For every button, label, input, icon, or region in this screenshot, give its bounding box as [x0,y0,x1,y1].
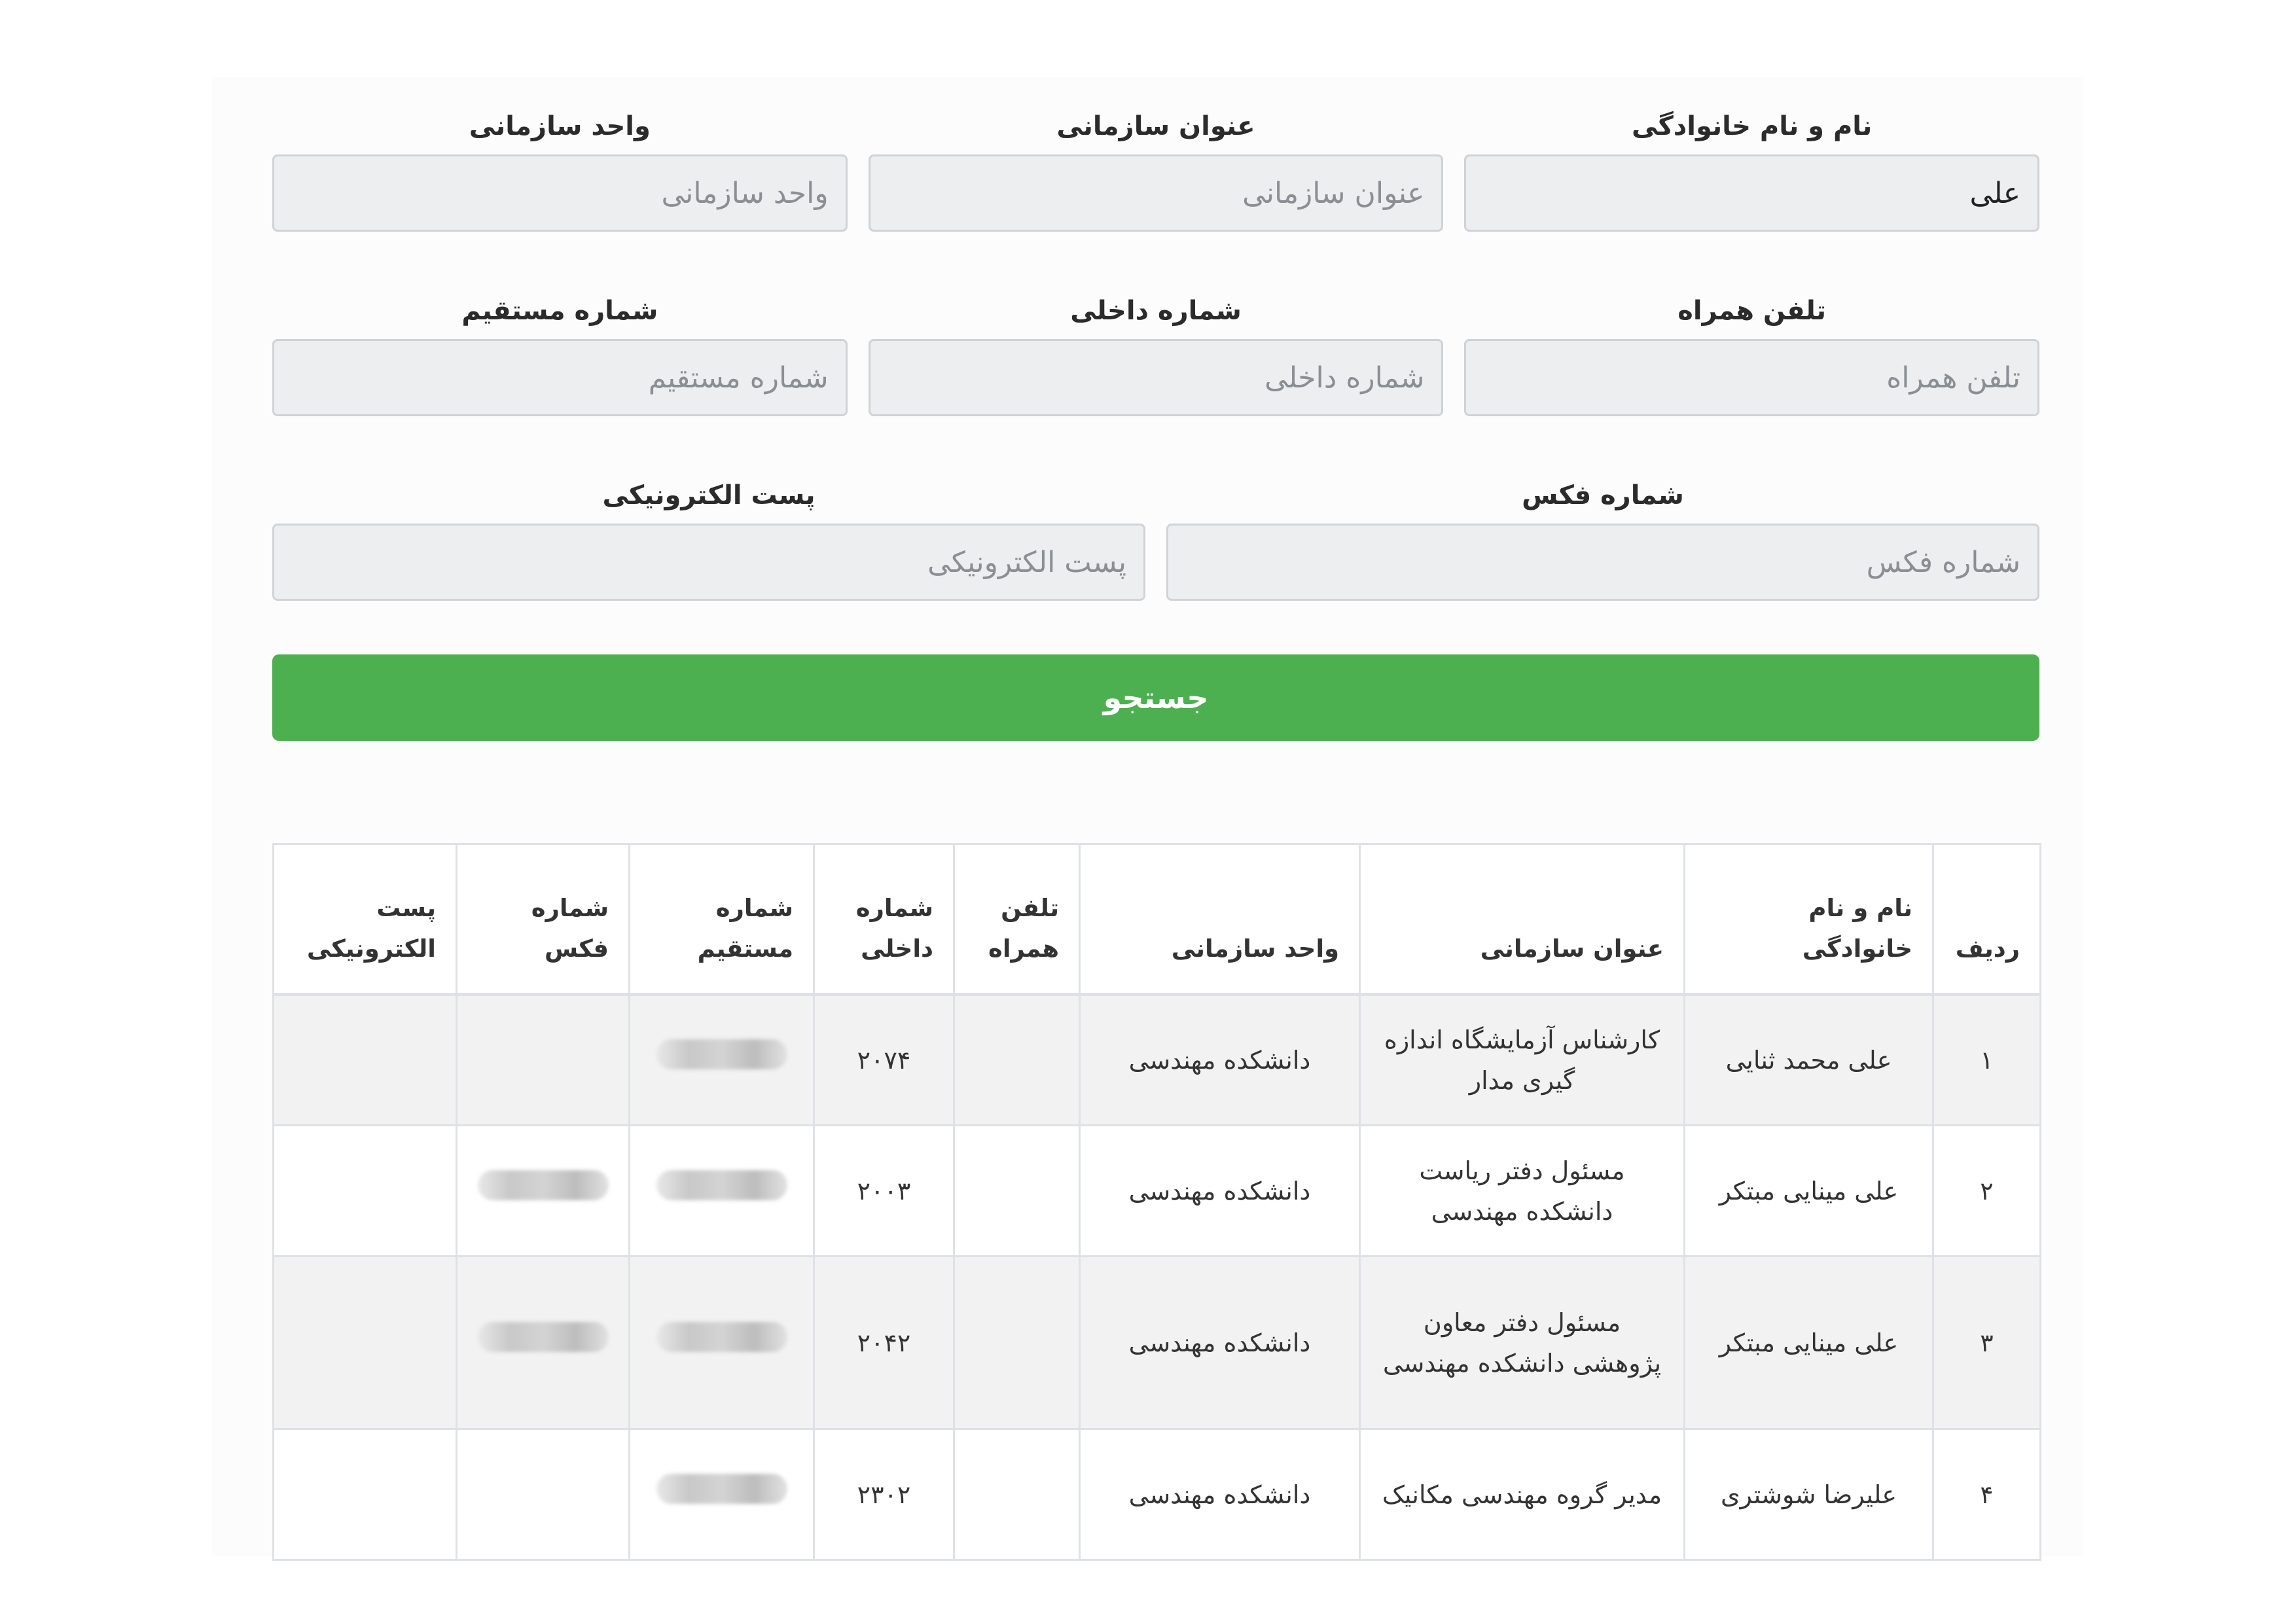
table-row: ۱ علی محمد ثنایی کارشناس آزمایشگاه انداز… [272,993,2041,1126]
full-name-field: نام و نام خانوادگی [1464,77,2039,232]
table-header-row: ردیف نام و نام خانوادگی عنوان سازمانی وا… [272,843,2041,996]
email-field: پست الکترونیکی [272,446,1145,601]
title-cell: کارشناس آزمایشگاه اندازه گیری مدار [1359,993,1685,1126]
email-cell [272,1124,457,1257]
internal-cell: ۲۰۰۳ [813,1124,955,1257]
column-header: نام و نام خانوادگی [1683,843,1934,996]
unit-cell: دانشکده مهندسی [1079,1255,1361,1430]
email-cell [272,1428,457,1561]
internal-cell: ۲۰۴۲ [813,1255,955,1430]
column-header: واحد سازمانی [1079,843,1361,996]
column-header: شماره فکس [456,843,630,996]
org-title-input[interactable] [868,154,1444,232]
name-cell: علی مینایی مبتکر [1683,1124,1934,1257]
redacted-value [656,1321,787,1352]
fax-cell [456,1255,630,1430]
redacted-value [656,1169,787,1200]
search-button[interactable]: جستجو [272,654,2039,741]
internal-cell: ۲۰۷۴ [813,993,955,1126]
column-header: ردیف [1932,843,2041,996]
full-name-label: نام و نام خانوادگی [1632,111,1873,141]
org-title-label: عنوان سازمانی [1056,111,1255,141]
form-row-1: نام و نام خانوادگی عنوان سازمانی واحد سا… [272,77,2039,232]
page-background: نام و نام خانوادگی عنوان سازمانی واحد سا… [212,77,2083,1561]
row-index-cell: ۲ [1932,1124,2041,1257]
direct-cell [628,1255,815,1430]
column-header: پست الکترونیکی [272,843,457,996]
fax-cell [456,993,630,1126]
table-row: ۴ علیرضا شوشتری مدیر گروه مهندسی مکانیک … [272,1428,2041,1561]
internal-number-input[interactable] [868,339,1444,416]
email-input[interactable] [272,524,1145,601]
redacted-value [656,1039,787,1069]
mobile-cell [953,1124,1081,1257]
org-unit-field: واحد سازمانی [272,77,848,232]
mobile-label: تلفن همراه [1677,296,1827,326]
email-label: پست الکترونیکی [602,480,816,510]
row-index-cell: ۳ [1932,1255,2041,1430]
mobile-cell [953,993,1081,1126]
unit-cell: دانشکده مهندسی [1079,1124,1361,1257]
name-cell: علی مینایی مبتکر [1683,1255,1934,1430]
title-cell: مدیر گروه مهندسی مکانیک [1359,1428,1685,1561]
direct-number-field: شماره مستقیم [272,262,848,416]
column-header: عنوان سازمانی [1359,843,1685,996]
form-row-3: شماره فکس پست الکترونیکی [272,446,2039,601]
title-cell: مسئول دفتر ریاست دانشکده مهندسی [1359,1124,1685,1257]
email-cell [272,993,457,1126]
redacted-value [477,1321,609,1352]
table-row: ۲ علی مینایی مبتکر مسئول دفتر ریاست دانش… [272,1124,2041,1257]
fax-input[interactable] [1166,524,2039,601]
full-name-input[interactable] [1464,154,2039,232]
column-header: شماره مستقیم [628,843,815,996]
direct-number-input[interactable] [272,339,848,416]
redacted-value [477,1169,609,1200]
direct-cell [628,1124,815,1257]
row-index-cell: ۴ [1932,1428,2041,1561]
internal-cell: ۲۳۰۲ [813,1428,955,1561]
internal-number-label: شماره داخلی [1070,296,1242,326]
direct-cell [628,1428,815,1561]
name-cell: علی محمد ثنایی [1683,993,1934,1126]
fax-cell [456,1428,630,1561]
search-form: نام و نام خانوادگی عنوان سازمانی واحد سا… [272,77,2039,741]
mobile-input[interactable] [1464,339,2039,416]
direct-number-label: شماره مستقیم [461,296,658,326]
redacted-value [656,1473,787,1504]
org-unit-label: واحد سازمانی [469,111,651,141]
row-index-cell: ۱ [1932,993,2041,1126]
fax-cell [456,1124,630,1257]
column-header: شماره داخلی [813,843,955,996]
mobile-cell [953,1428,1081,1561]
form-row-2: تلفن همراه شماره داخلی شماره مستقیم [272,262,2039,416]
column-header: تلفن همراه [953,843,1081,996]
org-unit-input[interactable] [272,154,848,232]
results-table: ردیف نام و نام خانوادگی عنوان سازمانی وا… [272,843,2041,1561]
fax-label: شماره فکس [1522,480,1684,510]
org-title-field: عنوان سازمانی [868,77,1444,232]
unit-cell: دانشکده مهندسی [1079,1428,1361,1561]
mobile-cell [953,1255,1081,1430]
email-cell [272,1255,457,1430]
internal-number-field: شماره داخلی [868,262,1444,416]
fax-field: شماره فکس [1166,446,2039,601]
title-cell: مسئول دفتر معاون پژوهشی دانشکده مهندسی [1359,1255,1685,1430]
results-table-wrapper: ردیف نام و نام خانوادگی عنوان سازمانی وا… [272,843,2041,1561]
unit-cell: دانشکده مهندسی [1079,993,1361,1126]
name-cell: علیرضا شوشتری [1683,1428,1934,1561]
direct-cell [628,993,815,1126]
table-row: ۳ علی مینایی مبتکر مسئول دفتر معاون پژوه… [272,1255,2041,1430]
mobile-field: تلفن همراه [1464,262,2039,416]
